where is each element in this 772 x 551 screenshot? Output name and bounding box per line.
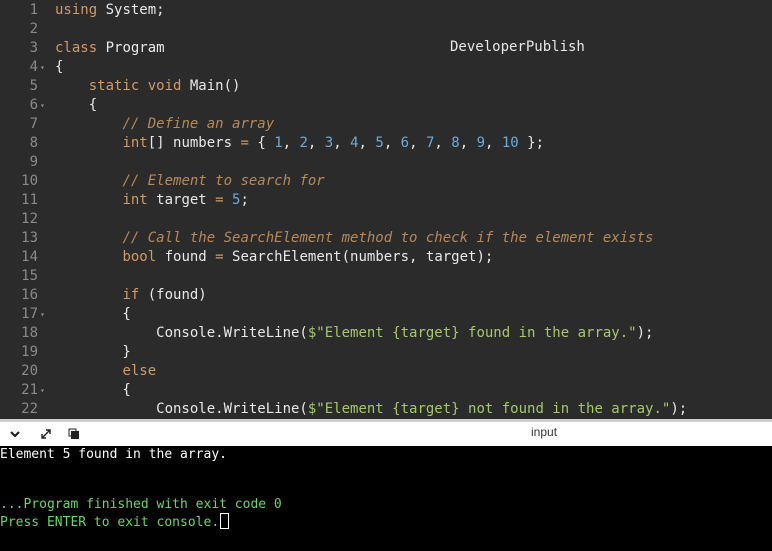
line-number: 3 [29, 40, 38, 56]
fold-arrow-icon[interactable]: ▾ [40, 381, 48, 400]
code-text: { [55, 59, 64, 75]
line-number: 5 [29, 78, 38, 94]
code-line[interactable]: 19 } [0, 343, 772, 362]
code-text: Console.WriteLine($"Element {target} not… [55, 401, 688, 417]
code-text: } [55, 344, 131, 360]
line-number: 2 [29, 21, 38, 37]
copy-icon[interactable] [66, 426, 82, 442]
line-number: 16 [21, 287, 38, 303]
code-line[interactable]: 21 ▾ { [0, 381, 772, 400]
console-toolbar: input [0, 419, 772, 446]
line-number: 18 [21, 325, 38, 341]
code-text: { [55, 306, 131, 322]
code-line[interactable]: 2 [0, 20, 772, 39]
expand-icon[interactable] [38, 426, 54, 442]
code-line[interactable]: 18 Console.WriteLine($"Element {target} … [0, 324, 772, 343]
code-text: int[] numbers = { 1, 2, 3, 4, 5, 6, 7, 8… [122, 135, 545, 151]
code-line[interactable]: 15 [0, 267, 772, 286]
code-line[interactable]: 14 bool found = SearchElement(numbers, t… [0, 248, 772, 267]
line-number: 10 [21, 173, 38, 189]
code-text: class Program [55, 40, 165, 56]
line-number: 11 [21, 192, 38, 208]
line-number: 8 [29, 135, 38, 151]
code-line[interactable]: 6 ▾ { [0, 96, 772, 115]
line-number: 1 [29, 2, 38, 18]
code-text: bool found = SearchElement(numbers, targ… [122, 249, 494, 265]
code-text: // Define an array [122, 116, 275, 132]
code-line[interactable]: 8 int[] numbers = { 1, 2, 3, 4, 5, 6, 7,… [0, 134, 772, 153]
line-number: 14 [21, 249, 38, 265]
line-number: 17 [21, 306, 38, 322]
fold-arrow-icon[interactable]: ▾ [40, 58, 48, 77]
text-cursor[interactable] [220, 513, 230, 529]
line-number: 9 [29, 154, 38, 170]
code-line[interactable]: 5 static void Main() [0, 77, 772, 96]
code-text: { [55, 382, 131, 398]
exit-code-message: ...Program finished with exit code 0 [0, 497, 282, 512]
watermark: DeveloperPublish [450, 39, 585, 55]
code-text: else [122, 363, 157, 379]
console-output-line: Element 5 found in the array. [0, 447, 227, 462]
line-number: 22 [21, 401, 38, 417]
code-line[interactable]: 13 // Call the SearchElement method to c… [0, 229, 772, 248]
line-number: 7 [29, 116, 38, 132]
code-line[interactable]: 3 class Program [0, 39, 772, 58]
fold-arrow-icon[interactable]: ▾ [40, 305, 48, 324]
code-line[interactable]: 11 int target = 5; [0, 191, 772, 210]
console-output[interactable]: Element 5 found in the array. ...Program… [0, 446, 772, 551]
code-text: using System; [55, 2, 165, 18]
code-text: Console.WriteLine($"Element {target} fou… [55, 325, 654, 341]
line-number: 6 [29, 97, 38, 113]
line-number: 19 [21, 344, 38, 360]
code-line[interactable]: 22 Console.WriteLine($"Element {target} … [0, 400, 772, 419]
code-line[interactable]: 4 ▾ { [0, 58, 772, 77]
code-line[interactable]: 1 using System; [0, 1, 772, 20]
code-line[interactable]: 7 // Define an array [0, 115, 772, 134]
line-number: 15 [21, 268, 38, 284]
line-number: 12 [21, 211, 38, 227]
line-number: 13 [21, 230, 38, 246]
chevron-down-icon[interactable] [7, 426, 23, 442]
code-line[interactable]: 10 // Element to search for [0, 172, 772, 191]
code-line[interactable]: 9 [0, 153, 772, 172]
code-line[interactable]: 20 else [0, 362, 772, 381]
code-text: // Call the SearchElement method to chec… [122, 230, 654, 246]
code-text: static void Main() [88, 78, 241, 94]
code-line[interactable]: 12 [0, 210, 772, 229]
input-tab-label[interactable]: input [531, 425, 557, 439]
line-number: 20 [21, 363, 38, 379]
code-editor[interactable]: 1 using System; 2 3 class Program 4 ▾{5 static… [0, 0, 772, 419]
code-line[interactable]: 16 if (found) [0, 286, 772, 305]
line-number: 4 [29, 59, 38, 75]
code-text: // Element to search for [122, 173, 325, 189]
fold-arrow-icon[interactable]: ▾ [40, 96, 48, 115]
code-text: { [55, 97, 98, 113]
code-text: int target = 5; [122, 192, 249, 208]
line-number: 21 [21, 382, 38, 398]
prompt-text: Press ENTER to exit console. [0, 515, 220, 530]
code-line[interactable]: 17 ▾ { [0, 305, 772, 324]
code-text: if (found) [122, 287, 207, 303]
press-enter-prompt: Press ENTER to exit console. [0, 513, 230, 531]
